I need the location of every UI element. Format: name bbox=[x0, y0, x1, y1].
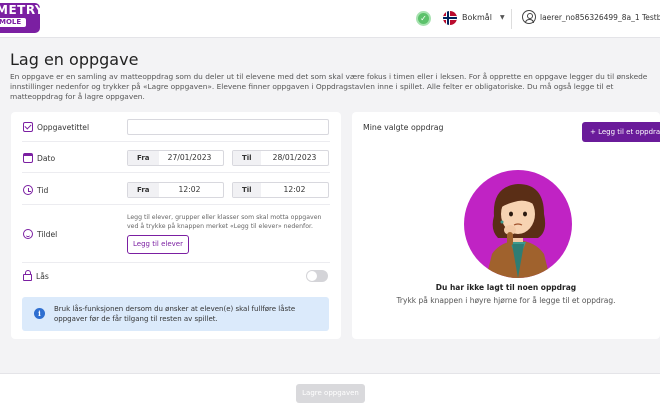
missions-title: Mine valgte oppdrag bbox=[363, 123, 444, 132]
time-to-value: 12:02 bbox=[283, 185, 306, 194]
divider bbox=[22, 172, 330, 173]
save-assignment-button[interactable]: Lagre oppgaven bbox=[296, 384, 365, 403]
title-input[interactable] bbox=[127, 119, 329, 135]
date-to-tag: Til bbox=[233, 151, 261, 165]
date-from-tag: Fra bbox=[128, 151, 159, 165]
divider bbox=[22, 141, 330, 142]
date-row-label: Dato bbox=[23, 153, 55, 163]
page-intro: En oppgave er en samling av matteoppdrag… bbox=[10, 72, 648, 101]
title-input-value bbox=[132, 120, 328, 134]
add-mission-button[interactable]: + Legg til et oppdrag bbox=[582, 122, 660, 142]
assign-row-label: Tildel bbox=[23, 229, 57, 239]
norway-flag-icon[interactable] bbox=[443, 11, 457, 25]
username[interactable]: laerer_no856326499_8a_1 Testbruker bbox=[540, 13, 660, 22]
time-row-label: Tid bbox=[23, 185, 48, 195]
calendar-icon bbox=[23, 153, 33, 163]
date-from-input[interactable]: Fra 27/01/2023 bbox=[127, 150, 224, 166]
add-students-button[interactable]: Legg til elever bbox=[127, 235, 189, 254]
page-title: Lag en oppgave bbox=[10, 50, 139, 69]
lock-label: Lås bbox=[36, 271, 49, 281]
time-to-input[interactable]: Til 12:02 bbox=[232, 182, 329, 198]
date-from-value: 27/01/2023 bbox=[167, 153, 212, 162]
lock-icon bbox=[23, 270, 32, 281]
thinking-girl-illustration bbox=[464, 170, 572, 278]
time-to-tag: Til bbox=[233, 183, 261, 197]
info-icon: i bbox=[34, 308, 45, 319]
time-from-input[interactable]: Fra 12:02 bbox=[127, 182, 224, 198]
date-to-input[interactable]: Til 28/01/2023 bbox=[232, 150, 329, 166]
lock-info-text: Bruk lås-funksjonen dersom du ønsker at … bbox=[54, 305, 296, 323]
date-to-value: 28/01/2023 bbox=[272, 153, 317, 162]
time-from-tag: Fra bbox=[128, 183, 159, 197]
top-bar: METRY MOLE ✓ Bokmål ▼ laerer_no856326499… bbox=[0, 0, 660, 38]
empty-state-title: Du har ikke lagt til noen oppdrag bbox=[435, 283, 577, 292]
logo-line2: MOLE bbox=[0, 18, 26, 27]
selected-missions-card: Mine valgte oppdrag + Legg til et oppdra… bbox=[352, 112, 660, 339]
divider bbox=[22, 262, 330, 263]
status-check-icon: ✓ bbox=[416, 11, 431, 26]
header-divider bbox=[511, 9, 512, 29]
title-row-label: Oppgavetittel bbox=[23, 122, 89, 132]
assign-label: Tildel bbox=[37, 229, 58, 239]
language-selector[interactable]: Bokmål bbox=[462, 13, 492, 22]
title-label: Oppgavetittel bbox=[37, 122, 90, 132]
user-icon[interactable] bbox=[522, 10, 536, 24]
date-label: Dato bbox=[37, 153, 56, 163]
assignment-form-card: Oppgavetittel Dato Fra 27/01/2023 Til 28… bbox=[11, 112, 341, 339]
lock-toggle[interactable] bbox=[306, 270, 328, 282]
checkbox-icon bbox=[23, 122, 33, 132]
logo-line1: METRY bbox=[0, 3, 45, 17]
divider bbox=[22, 204, 330, 205]
footer-bar: Lagre oppgaven bbox=[0, 373, 660, 408]
lock-info-box: i Bruk lås-funksjonen dersom du ønsker a… bbox=[22, 297, 329, 331]
chevron-down-icon[interactable]: ▼ bbox=[500, 14, 505, 21]
time-label: Tid bbox=[37, 185, 49, 195]
time-from-value: 12:02 bbox=[178, 185, 201, 194]
smiley-icon bbox=[23, 229, 33, 239]
app-logo[interactable]: METRY MOLE bbox=[0, 3, 45, 33]
assign-help-text: Legg til elever, grupper eller klasser s… bbox=[127, 214, 322, 230]
lock-row-label: Lås bbox=[23, 270, 49, 281]
clock-icon bbox=[23, 185, 33, 195]
empty-state-subtitle: Trykk på knappen i høyre hjørne for å le… bbox=[396, 296, 616, 305]
